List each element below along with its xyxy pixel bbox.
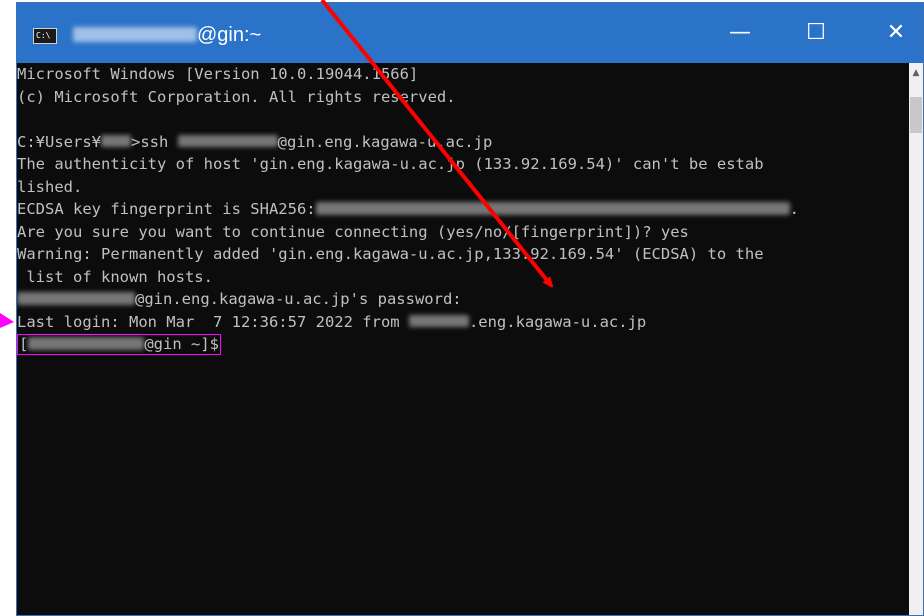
vertical-scrollbar[interactable]: ▲ bbox=[909, 63, 923, 615]
terminal-line: The authenticity of host 'gin.eng.kagawa… bbox=[17, 155, 764, 173]
terminal-line: C:¥Users¥ >ssh @gin.eng.kagawa-u.ac.jp bbox=[17, 131, 909, 154]
magenta-pointer-annotation bbox=[0, 313, 14, 328]
prompt-bracket: [ bbox=[19, 335, 29, 353]
window-title-host: @gin:~ bbox=[197, 24, 262, 46]
terminal-line: Are you sure you want to continue connec… bbox=[17, 222, 689, 241]
fingerprint-label: ECDSA key fingerprint is SHA256: bbox=[17, 200, 316, 218]
last-login-text: Last login: Mon Mar 7 12:36:57 2022 from bbox=[17, 312, 409, 331]
title-bar[interactable]: C:\ @gin:~ — ☐ ✕ bbox=[17, 3, 923, 63]
screenshot-stage: C:\ @gin:~ — ☐ ✕ Microsoft Windows [Vers… bbox=[0, 0, 924, 616]
window-title: @gin:~ bbox=[73, 23, 261, 47]
redacted-username bbox=[28, 337, 145, 350]
close-button[interactable]: ✕ bbox=[867, 3, 923, 63]
redacted-username bbox=[17, 292, 135, 305]
terminal-line: Last login: Mon Mar 7 12:36:57 2022 from… bbox=[17, 311, 909, 334]
terminal-line: @gin.eng.kagawa-u.ac.jp's password: bbox=[17, 288, 909, 311]
prompt-host: @gin ~]$ bbox=[144, 335, 219, 353]
minimize-button[interactable]: — bbox=[711, 3, 769, 63]
fingerprint-end: . bbox=[789, 200, 799, 218]
terminal-line: [ @gin ~]$ bbox=[17, 333, 909, 356]
cmd-app-icon: C:\ bbox=[33, 28, 57, 44]
ssh-host: @gin.eng.kagawa-u.ac.jp bbox=[277, 132, 493, 151]
terminal-line: lished. bbox=[17, 177, 83, 196]
redacted-fingerprint bbox=[315, 202, 790, 215]
maximize-button[interactable]: ☐ bbox=[787, 3, 845, 63]
terminal-output[interactable]: Microsoft Windows [Version 10.0.19044.15… bbox=[17, 63, 909, 615]
scroll-up-arrow-icon[interactable]: ▲ bbox=[909, 65, 923, 81]
redacted-hostname bbox=[408, 314, 469, 328]
path-prefix: C:¥Users¥ bbox=[17, 132, 101, 151]
terminal-line: ECDSA key fingerprint is SHA256:. bbox=[17, 198, 909, 221]
ssh-command: >ssh bbox=[131, 132, 178, 151]
terminal-line: Warning: Permanently added 'gin.eng.kaga… bbox=[17, 245, 764, 263]
terminal-line: Microsoft Windows [Version 10.0.19044.15… bbox=[17, 65, 419, 83]
redacted-username bbox=[177, 134, 278, 148]
terminal-line: list of known hosts. bbox=[17, 267, 213, 286]
scroll-thumb[interactable] bbox=[910, 97, 922, 133]
cmd-icon-label: C:\ bbox=[36, 31, 51, 40]
redacted-user-folder bbox=[101, 134, 131, 148]
cmd-window: C:\ @gin:~ — ☐ ✕ Microsoft Windows [Vers… bbox=[16, 2, 924, 616]
terminal-line: (c) Microsoft Corporation. All rights re… bbox=[17, 87, 456, 106]
redacted-username bbox=[73, 27, 197, 42]
password-prompt: @gin.eng.kagawa-u.ac.jp's password: bbox=[135, 290, 462, 308]
shell-prompt-highlight[interactable]: [ @gin ~]$ bbox=[17, 334, 221, 355]
last-login-domain: .eng.kagawa-u.ac.jp bbox=[468, 312, 647, 331]
